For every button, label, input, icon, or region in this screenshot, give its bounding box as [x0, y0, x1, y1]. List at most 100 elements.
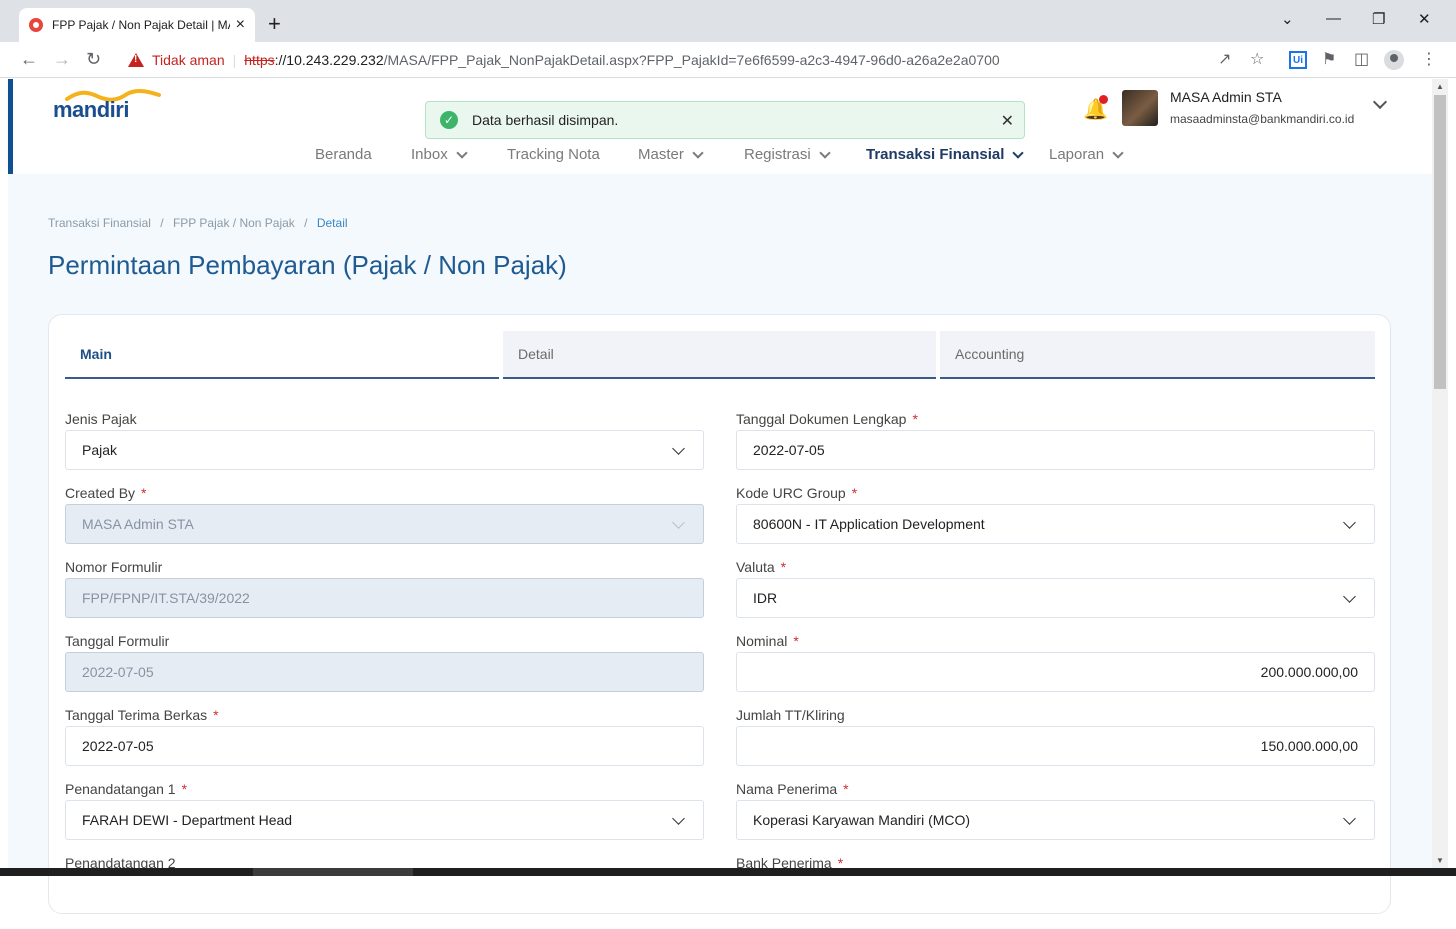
field-label: Created By * [65, 485, 147, 501]
forward-icon[interactable]: → [53, 48, 71, 70]
penandatangan-1-select[interactable]: FARAH DEWI - Department Head [65, 800, 704, 840]
nama-penerima-select[interactable]: Koperasi Karyawan Mandiri (MCO) [736, 800, 1375, 840]
app-header: mandiri ✓ Data berhasil disimpan. ✕ 🔔 MA… [8, 79, 1432, 174]
chevron-down-icon [692, 146, 704, 159]
user-email: masaadminsta@bankmandiri.co.id [1170, 112, 1355, 126]
address-bar[interactable]: Tidak aman | https ://10.243.229.232 /MA… [118, 46, 1278, 74]
browser-tab-title: FPP Pajak / Non Pajak Detail | MA [52, 18, 230, 32]
security-label[interactable]: Tidak aman [152, 52, 225, 68]
minimize-icon[interactable]: — [1326, 10, 1341, 27]
form-card: Main Detail Accounting Jenis Pajak Pajak… [48, 314, 1391, 914]
field-kode-urc-group: Kode URC Group * 80600N - IT Application … [736, 485, 1376, 559]
scrollbar-thumb[interactable] [1434, 95, 1446, 389]
nav-label: Master [638, 146, 684, 163]
field-nama-penerima: Nama Penerima * Koperasi Karyawan Mandiri… [736, 781, 1376, 855]
breadcrumb-current: Detail [316, 216, 348, 230]
field-label: Tanggal Dokumen Lengkap * [736, 411, 918, 427]
reload-icon[interactable]: ↻ [86, 48, 101, 70]
notification-dot [1099, 95, 1108, 104]
url-path: /MASA/FPP_Pajak_NonPajakDetail.aspx?FPP_… [383, 52, 1000, 68]
field-tanggal-formulir: Tanggal Formulir 2022-07-05 [65, 633, 705, 707]
field-label: Tanggal Terima Berkas * [65, 707, 219, 723]
chevron-down-icon [1012, 146, 1025, 159]
nav-label: Tracking Nota [507, 146, 600, 163]
valuta-select[interactable]: IDR [736, 578, 1375, 618]
tab-search-icon[interactable]: ⌄ [1281, 10, 1294, 28]
chevron-down-icon [672, 812, 685, 825]
browser-tab[interactable]: FPP Pajak / Non Pajak Detail | MA × [19, 8, 255, 42]
nav-label: Transaksi Finansial [866, 146, 1005, 163]
nav-registrasi[interactable]: Registrasi [744, 146, 831, 163]
nominal-input[interactable]: 200.000.000,00 [736, 652, 1375, 692]
window-close-icon[interactable]: ✕ [1418, 10, 1431, 28]
os-taskbar [0, 868, 1456, 876]
required-mark: * [793, 633, 799, 649]
nav-label: Inbox [411, 146, 448, 163]
tab-close-icon[interactable]: × [236, 16, 245, 34]
required-mark: * [141, 485, 147, 501]
side-panel-icon[interactable]: ◫ [1354, 51, 1369, 69]
nav-inbox[interactable]: Inbox [411, 146, 468, 163]
bookmark-star-icon[interactable]: ☆ [1250, 51, 1264, 69]
nav-tracking-nota[interactable]: Tracking Nota [507, 146, 600, 163]
required-mark: * [843, 781, 849, 797]
scroll-up-icon[interactable]: ▲ [1436, 82, 1444, 91]
nav-label: Registrasi [744, 146, 811, 163]
jumlah-tt-kliring-input[interactable]: 150.000.000,00 [736, 726, 1375, 766]
required-mark: * [780, 559, 787, 575]
tab-label: Accounting [955, 346, 1025, 362]
field-label: Jenis Pajak [65, 411, 137, 427]
tanggal-dokumen-lengkap-input[interactable]: 2022-07-05 [736, 430, 1375, 470]
new-tab-button[interactable]: + [268, 12, 281, 36]
tanggal-formulir-input: 2022-07-05 [65, 652, 704, 692]
browser-menu-icon[interactable]: ⋮ [1421, 51, 1437, 69]
chevron-down-icon [1343, 516, 1356, 529]
avatar[interactable] [1122, 90, 1158, 126]
tab-accounting[interactable]: Accounting [940, 331, 1375, 379]
chevron-down-icon [1112, 146, 1124, 159]
taskbar-active-app[interactable] [253, 868, 413, 876]
field-penandatangan-2: Penandatangan 2 [65, 855, 705, 929]
nav-laporan[interactable]: Laporan [1049, 146, 1124, 163]
success-toast: ✓ Data berhasil disimpan. ✕ [425, 101, 1025, 139]
field-jumlah-tt-kliring: Jumlah TT/Kliring 150.000.000,00 [736, 707, 1376, 781]
chevron-down-icon [1343, 812, 1356, 825]
breadcrumb-separator: / [304, 216, 308, 230]
mandiri-logo[interactable]: mandiri [53, 97, 129, 123]
form-tabs: Main Detail Accounting [65, 331, 1375, 379]
nav-master[interactable]: Master [638, 146, 704, 163]
back-icon[interactable]: ← [20, 48, 38, 70]
scroll-down-icon[interactable]: ▼ [1436, 856, 1444, 865]
nav-beranda[interactable]: Beranda [315, 146, 372, 163]
tab-detail[interactable]: Detail [503, 331, 936, 379]
tanggal-terima-berkas-input[interactable]: 2022-07-05 [65, 726, 704, 766]
user-menu-chevron-icon[interactable] [1372, 94, 1388, 110]
main-nav: Beranda Inbox Tracking Nota Master Regis… [13, 146, 1437, 168]
share-icon[interactable]: ↗ [1218, 51, 1231, 69]
address-separator: | [232, 52, 237, 68]
notification-bell-icon[interactable]: 🔔 [1083, 95, 1109, 125]
page-title: Permintaan Pembayaran (Pajak / Non Pajak… [48, 250, 567, 280]
jenis-pajak-select[interactable]: Pajak [65, 430, 704, 470]
field-tanggal-dokumen-lengkap: Tanggal Dokumen Lengkap * 2022-07-05 [736, 411, 1376, 485]
not-secure-warning-icon [128, 53, 144, 67]
profile-avatar-icon[interactable] [1384, 50, 1404, 70]
form-right-column: Tanggal Dokumen Lengkap * 2022-07-05 Kode… [736, 411, 1376, 929]
browser-toolbar: ← → ↻ Tidak aman | https ://10.243.229.2… [0, 42, 1456, 78]
field-nomor-formulir: Nomor Formulir FPP/FPNP/IT.STA/39/2022 [65, 559, 705, 633]
created-by-select: MASA Admin STA [65, 504, 704, 544]
breadcrumb-item[interactable]: FPP Pajak / Non Pajak [173, 216, 295, 230]
kode-urc-group-select[interactable]: 80600N - IT Application Development [736, 504, 1375, 544]
breadcrumb-item[interactable]: Transaksi Finansial [48, 216, 151, 230]
uipath-extension-icon[interactable]: Ui [1289, 51, 1307, 69]
tab-main[interactable]: Main [65, 331, 499, 379]
nav-transaksi-finansial[interactable]: Transaksi Finansial [866, 146, 1025, 163]
toast-close-icon[interactable]: ✕ [1001, 111, 1014, 131]
field-label: Nomor Formulir [65, 559, 163, 575]
success-check-icon: ✓ [440, 111, 458, 129]
restore-icon[interactable]: ❐ [1372, 10, 1385, 28]
url-host: ://10.243.229.232 [274, 52, 384, 68]
page-content: Transaksi Finansial / FPP Pajak / Non Pa… [8, 174, 1432, 914]
extensions-puzzle-icon[interactable]: ⚑ [1322, 51, 1336, 69]
required-mark: * [213, 707, 219, 723]
